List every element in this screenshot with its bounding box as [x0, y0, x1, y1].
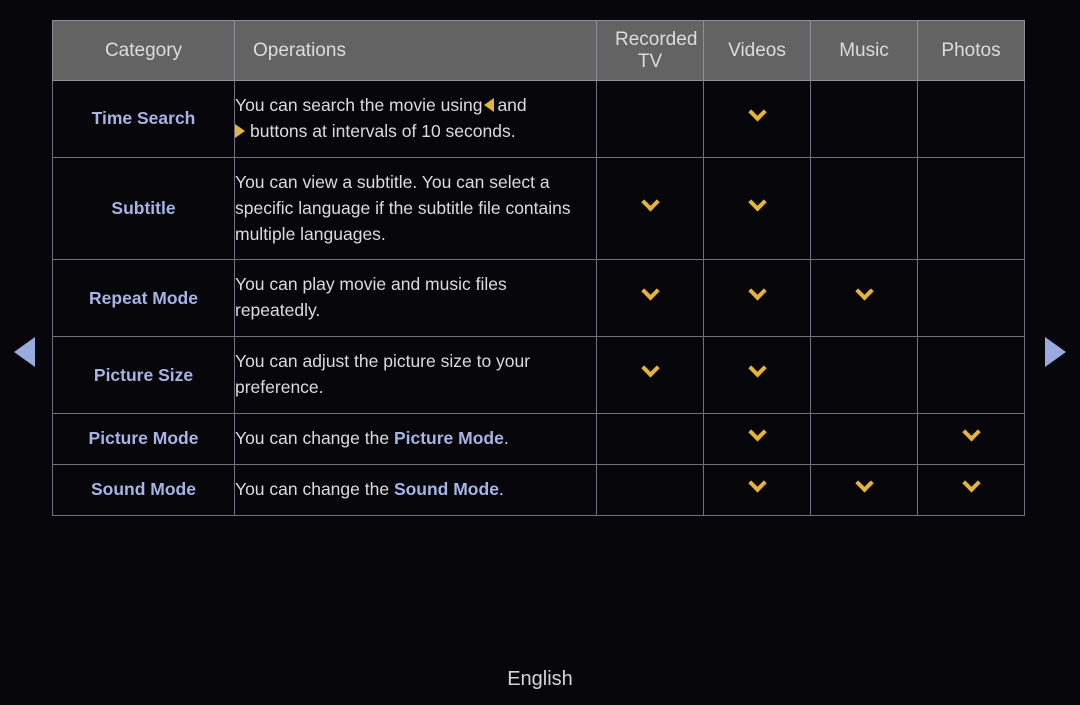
row-operation-text: You can change the Picture Mode.	[234, 413, 597, 465]
cell-photos	[917, 464, 1025, 516]
chevron-down-icon	[747, 192, 767, 212]
operation-text-part-b: and	[497, 95, 527, 115]
cell-photos	[917, 413, 1025, 465]
cell-recorded-tv	[596, 464, 704, 516]
column-header-music: Music	[810, 20, 918, 81]
row-operation-text: You can change the Sound Mode.	[234, 464, 597, 516]
cell-videos	[703, 157, 811, 261]
row-operation-text: You can play movie and music files repea…	[234, 259, 597, 338]
table-row: Picture Size You can adjust the picture …	[52, 336, 1025, 415]
chevron-down-icon	[961, 423, 981, 442]
cell-music	[810, 80, 918, 158]
cell-photos	[917, 157, 1025, 261]
recorded-tv-line2: TV	[637, 50, 663, 72]
table-header-row: Category Operations Recorded TV Videos M…	[52, 20, 1025, 81]
cell-videos	[703, 413, 811, 465]
cell-music	[810, 413, 918, 465]
chevron-down-icon	[961, 473, 981, 493]
column-header-operations: Operations	[234, 20, 597, 81]
cell-music	[810, 157, 918, 261]
cell-music	[810, 259, 918, 338]
left-triangle-icon	[484, 98, 495, 112]
cell-music	[810, 464, 918, 516]
cell-recorded-tv	[596, 80, 704, 158]
chevron-down-icon	[747, 359, 767, 378]
chevron-down-icon	[640, 359, 660, 378]
row-operation-text: You can view a subtitle. You can select …	[234, 157, 597, 261]
cell-photos	[917, 259, 1025, 338]
column-header-recorded-tv: Recorded TV	[596, 20, 704, 81]
column-header-photos: Photos	[917, 20, 1025, 81]
table-row: Time Search You can search the movie usi…	[52, 80, 1025, 158]
operations-table-container: Category Operations Recorded TV Videos M…	[52, 20, 1025, 516]
right-triangle-icon	[235, 123, 245, 138]
cell-videos	[703, 464, 811, 516]
column-header-videos: Videos	[703, 20, 811, 81]
cell-photos	[917, 336, 1025, 415]
table-row: Repeat Mode You can play movie and music…	[52, 259, 1025, 338]
operation-text-part-a: You can search the movie using	[235, 95, 483, 115]
operation-text-part-c: buttons at intervals of 10 seconds.	[250, 120, 516, 141]
chevron-down-icon	[640, 192, 660, 212]
table-row: Picture Mode You can change the Picture …	[52, 413, 1025, 465]
cell-videos	[703, 259, 811, 338]
operation-text-suffix: .	[503, 428, 509, 449]
operation-text-prefix: You can change the	[235, 428, 394, 449]
table-row: Sound Mode You can change the Sound Mode…	[52, 464, 1025, 516]
row-category-label: Picture Mode	[52, 413, 235, 465]
chevron-down-icon	[747, 473, 767, 493]
chevron-down-icon	[747, 102, 767, 122]
footer-language-label: English	[507, 668, 573, 690]
operation-text-suffix: .	[498, 478, 504, 499]
row-category-label: Subtitle	[52, 157, 235, 261]
cell-photos	[917, 80, 1025, 158]
table-row: Subtitle You can view a subtitle. You ca…	[52, 157, 1025, 261]
chevron-down-icon	[747, 282, 767, 301]
chevron-down-icon	[747, 423, 767, 442]
row-category-label: Picture Size	[52, 336, 235, 415]
cell-videos	[703, 336, 811, 415]
cell-recorded-tv	[596, 336, 704, 415]
chevron-down-icon	[854, 282, 874, 301]
previous-page-arrow[interactable]	[14, 337, 35, 367]
operations-table: Category Operations Recorded TV Videos M…	[52, 20, 1025, 516]
row-category-label: Repeat Mode	[52, 259, 235, 338]
column-header-category: Category	[52, 20, 235, 81]
cell-recorded-tv	[596, 413, 704, 465]
next-page-arrow[interactable]	[1045, 337, 1066, 367]
cell-music	[810, 336, 918, 415]
row-operation-text: You can adjust the picture size to your …	[234, 336, 597, 415]
row-category-label: Time Search	[52, 80, 235, 158]
cell-recorded-tv	[596, 157, 704, 261]
cell-recorded-tv	[596, 259, 704, 338]
recorded-tv-line1: Recorded	[615, 28, 698, 50]
row-category-label: Sound Mode	[52, 464, 235, 516]
operation-text-highlight: Picture Mode	[393, 428, 504, 449]
cell-videos	[703, 80, 811, 158]
row-operation-text: You can search the movie using and buttons…	[234, 80, 597, 158]
operation-text-prefix: You can change the	[235, 478, 394, 499]
chevron-down-icon	[854, 473, 874, 493]
operation-text-highlight: Sound Mode	[393, 478, 499, 499]
chevron-down-icon	[640, 282, 660, 301]
